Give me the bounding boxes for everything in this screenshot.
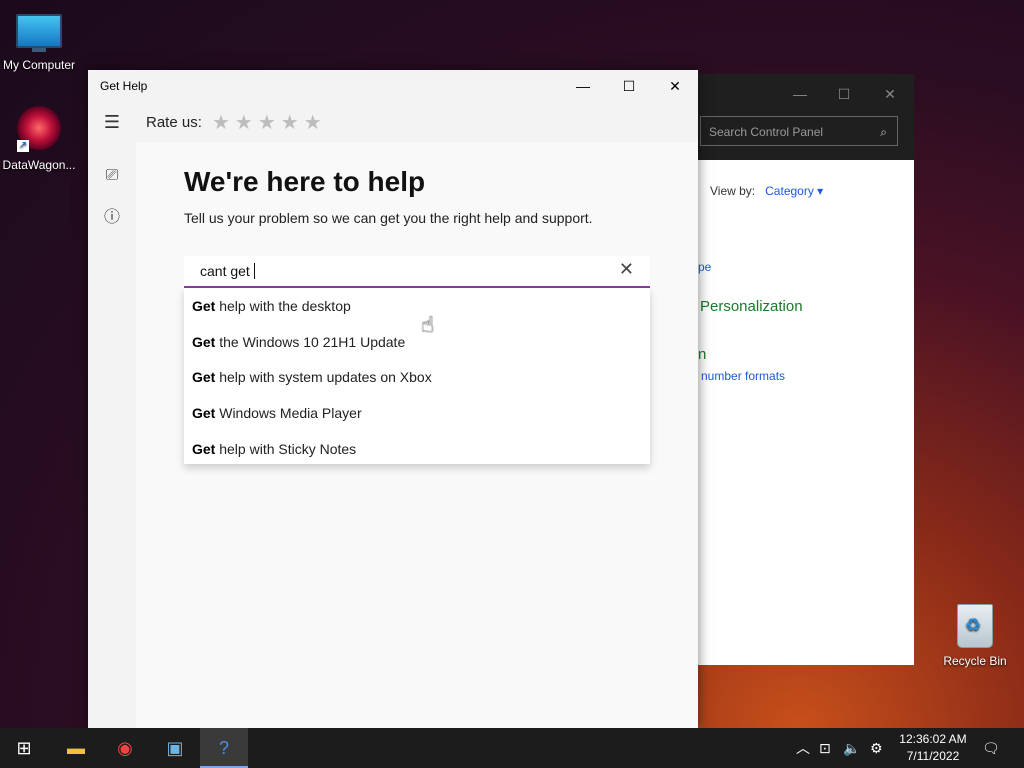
search-text: cant get: [200, 263, 250, 279]
desktop-icon-datawagon[interactable]: ↗ DataWagon...: [0, 100, 81, 172]
maximize-button[interactable]: ☐: [606, 70, 652, 102]
close-button[interactable]: ✕: [870, 80, 910, 108]
contact-support-icon[interactable]: ⎚: [100, 164, 124, 188]
view-by-label: View by:: [710, 184, 756, 198]
minimize-button[interactable]: —: [560, 70, 606, 102]
maximize-button[interactable]: ☐: [824, 80, 864, 108]
recycle-bin-icon: [957, 604, 993, 648]
chrome-icon[interactable]: ◉: [101, 728, 149, 768]
suggestion-list: Get help with the desktop Get the Window…: [184, 288, 650, 464]
suggestion-text: help with Sticky Notes: [215, 441, 357, 457]
clear-icon[interactable]: ✕: [619, 259, 634, 280]
clock[interactable]: 12:36:02 AM 7/11/2022: [896, 731, 970, 765]
datawagon-icon: ↗: [17, 106, 61, 152]
monitor-icon: [16, 14, 62, 52]
desktop-icon-label: My Computer: [2, 58, 76, 72]
main-content: We're here to help Tell us your problem …: [136, 142, 698, 728]
get-help-window: Get Help — ☐ ✕ ☰ ⎚ ⓘ Rate us: ★★★★★ We'r…: [88, 70, 698, 728]
show-hidden-icons-chevron-icon[interactable]: ︿: [796, 728, 810, 768]
close-button[interactable]: ✕: [652, 70, 698, 102]
view-by-dropdown[interactable]: Category ▾: [765, 184, 823, 198]
search-icon[interactable]: ⌕: [880, 117, 887, 147]
rating-stars[interactable]: ★★★★★: [212, 110, 327, 135]
taskbar: ⊞ ▬ ◉ ▣ ? ︿ ⊡ 🔈 ⚙ 12:36:02 AM 7/11/2022 …: [0, 728, 1024, 768]
file-explorer-icon[interactable]: ▬: [52, 728, 100, 768]
personalization-link[interactable]: Personalization: [700, 298, 803, 315]
network-icon[interactable]: ⊡: [819, 728, 831, 768]
suggestion-item[interactable]: Get the Windows 10 21H1 Update: [192, 334, 405, 350]
notification-center-icon[interactable]: 🗨: [982, 728, 1000, 768]
info-icon[interactable]: ⓘ: [100, 206, 124, 230]
control-panel-icon[interactable]: ▣: [151, 728, 199, 768]
number-formats-link[interactable]: number formats: [701, 369, 785, 383]
get-help-titlebar: Get Help — ☐ ✕: [88, 70, 698, 102]
settings-gear-icon[interactable]: ⚙: [870, 728, 883, 768]
desktop-icon-recycle-bin[interactable]: Recycle Bin: [933, 604, 1017, 668]
help-search-input[interactable]: cant get ✕: [184, 256, 650, 288]
search-placeholder: Search Control Panel: [709, 125, 824, 139]
shortcut-arrow-icon: ↗: [17, 140, 29, 152]
desktop-icon-label: Recycle Bin: [943, 654, 1007, 668]
suggestion-item[interactable]: Get help with the desktop: [192, 298, 351, 314]
volume-icon[interactable]: 🔈: [843, 728, 860, 768]
suggestion-text: Windows Media Player: [215, 405, 362, 421]
partial-link[interactable]: pe: [698, 260, 711, 274]
suggestion-text: the Windows 10 21H1 Update: [215, 334, 406, 350]
text-caret: [253, 263, 255, 279]
suggestion-text: help with system updates on Xbox: [215, 369, 432, 385]
suggestion-bold: Get: [192, 334, 216, 350]
page-subtitle: Tell us your problem so we can get you t…: [184, 210, 593, 226]
suggestion-item[interactable]: Get Windows Media Player: [192, 405, 362, 421]
page-title: We're here to help: [184, 166, 426, 197]
clock-date: 7/11/2022: [906, 749, 960, 763]
control-panel-titlebar: — ☐ ✕ Search Control Panel ⌕: [698, 74, 914, 160]
view-by-value: Category: [765, 184, 814, 198]
view-by: View by: Category ▾: [710, 184, 823, 198]
search-value: cant get: [200, 263, 255, 279]
nav-rail: ☰ ⎚ ⓘ: [88, 102, 136, 728]
suggestion-bold: Get: [192, 369, 216, 385]
partial-category-link[interactable]: n: [698, 346, 706, 363]
minimize-button[interactable]: —: [780, 80, 820, 108]
desktop-icon-my-computer[interactable]: My Computer: [0, 4, 81, 72]
hamburger-menu-icon[interactable]: ☰: [100, 110, 124, 134]
suggestion-bold: Get: [192, 441, 216, 457]
suggestion-item[interactable]: Get help with system updates on Xbox: [192, 369, 432, 385]
start-button[interactable]: ⊞: [0, 728, 48, 768]
clock-time: 12:36:02 AM: [899, 732, 967, 746]
control-panel-search-input[interactable]: Search Control Panel ⌕: [700, 116, 898, 146]
suggestion-bold: Get: [192, 405, 216, 421]
control-panel-window: — ☐ ✕ Search Control Panel ⌕ View by: Cat…: [698, 74, 914, 665]
get-help-taskbar-icon[interactable]: ?: [200, 728, 248, 768]
desktop-icon-label: DataWagon...: [2, 158, 76, 172]
suggestion-item[interactable]: Get help with Sticky Notes: [192, 441, 356, 457]
suggestion-bold: Get: [192, 298, 216, 314]
rate-us-label: Rate us:: [146, 114, 202, 131]
suggestion-text: help with the desktop: [215, 298, 351, 314]
window-title: Get Help: [100, 79, 148, 93]
hand-cursor-icon: ☝: [421, 312, 435, 337]
